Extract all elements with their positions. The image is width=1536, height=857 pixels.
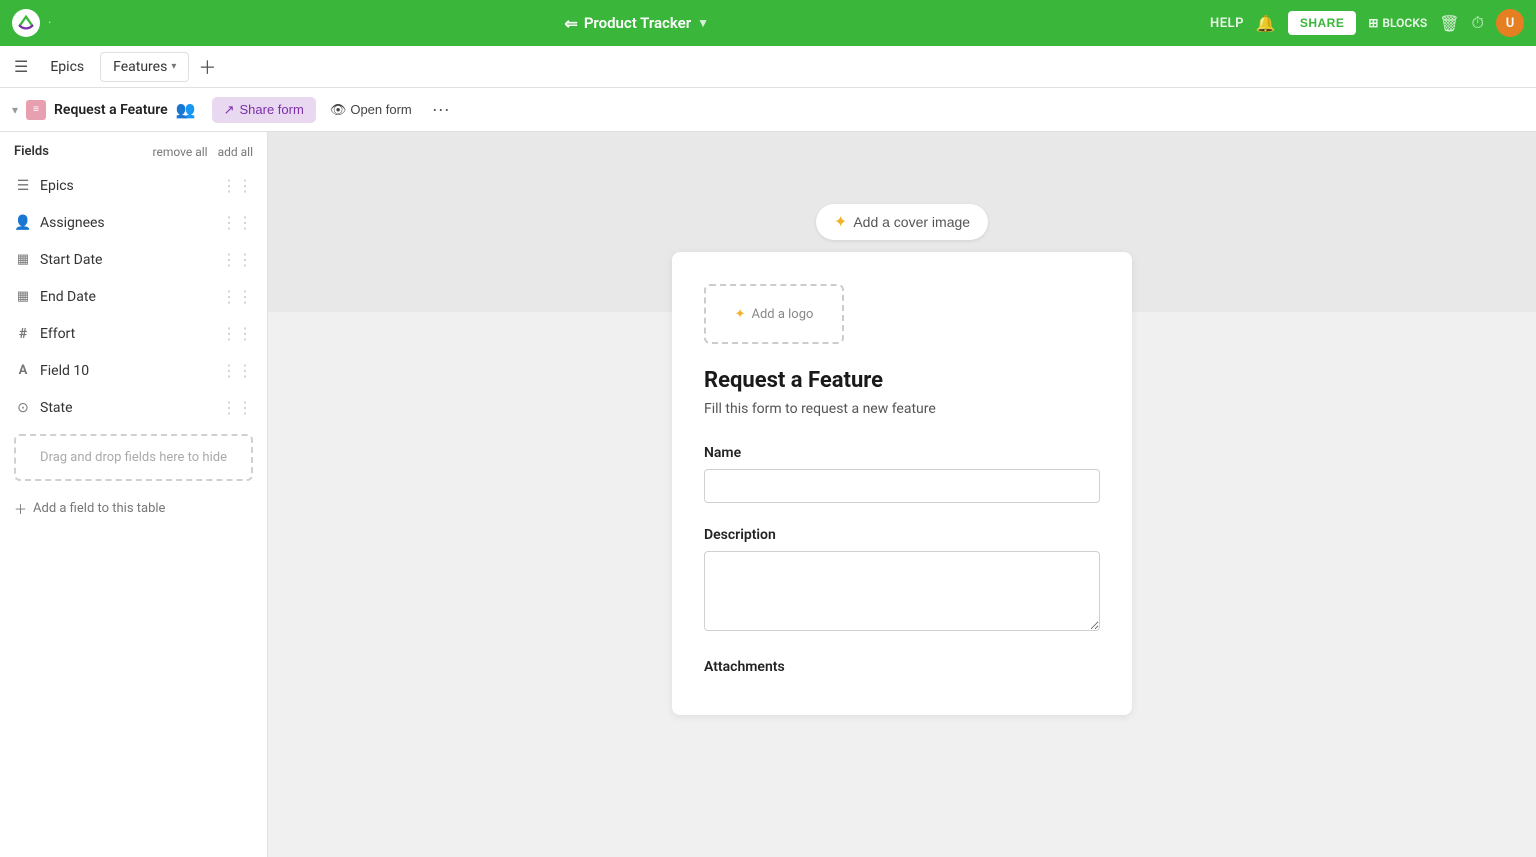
breadcrumb-bar: ▾ ≡ Request a Feature 👥 ↗ Share form 👁 O… <box>0 88 1536 132</box>
field-label-assignees: Assignees <box>40 215 213 231</box>
drag-handle-icon[interactable]: ⋮⋮ <box>221 324 253 343</box>
field-item-effort[interactable]: # Effort ⋮⋮ <box>0 315 267 352</box>
people-icon[interactable]: 👥 <box>176 100 196 119</box>
drag-handle-icon[interactable]: ⋮⋮ <box>221 361 253 380</box>
drag-handle-icon[interactable]: ⋮⋮ <box>221 176 253 195</box>
remove-all-link[interactable]: remove all <box>153 145 208 159</box>
features-tab-arrow: ▾ <box>171 61 176 72</box>
drop-zone-label: Drag and drop fields here to hide <box>40 450 227 465</box>
field-label-field10: Field 10 <box>40 363 213 379</box>
avatar[interactable]: U <box>1496 9 1524 37</box>
hash-icon: # <box>14 326 32 342</box>
main-layout: Fields remove all add all ☰ Epics ⋮⋮ 👤 A… <box>0 132 1536 857</box>
people-field-icon: 👤 <box>14 215 32 231</box>
help-button[interactable]: HELP <box>1210 16 1244 31</box>
breadcrumb-icon: ≡ <box>26 100 46 120</box>
delete-icon[interactable]: 🗑 <box>1439 14 1459 33</box>
top-nav-app-title: · <box>48 16 51 31</box>
field-label-start-date: Start Date <box>40 252 213 268</box>
sidebar: Fields remove all add all ☰ Epics ⋮⋮ 👤 A… <box>0 132 268 857</box>
logo-star-icon: ✦ <box>735 307 746 322</box>
add-logo-button[interactable]: ✦ Add a logo <box>704 284 844 344</box>
add-logo-label: Add a logo <box>751 307 813 322</box>
drag-handle-icon[interactable]: ⋮⋮ <box>221 213 253 232</box>
description-input[interactable] <box>704 551 1100 631</box>
field-label-epics: Epics <box>40 178 213 194</box>
add-all-link[interactable]: add all <box>218 145 253 159</box>
breadcrumb-actions: ↗ Share form 👁 Open form ··· <box>212 97 456 123</box>
add-field-button[interactable]: ＋ Add a field to this table <box>0 489 267 528</box>
name-input[interactable] <box>704 469 1100 503</box>
open-form-button[interactable]: 👁 Open form <box>322 97 420 123</box>
field-item-assignees[interactable]: 👤 Assignees ⋮⋮ <box>0 204 267 241</box>
field-item-field10[interactable]: A Field 10 ⋮⋮ <box>0 352 267 389</box>
field-label-state: State <box>40 400 213 416</box>
field-item-epics[interactable]: ☰ Epics ⋮⋮ <box>0 167 267 204</box>
form-card: ✦ Add a logo Request a Feature Fill this… <box>672 252 1132 715</box>
field-item-state[interactable]: ⊙ State ⋮⋮ <box>0 389 267 426</box>
sidebar-header: Fields remove all add all <box>0 132 267 167</box>
breadcrumb-title: Request a Feature <box>54 102 168 118</box>
share-form-icon: ↗ <box>224 102 235 118</box>
fields-title: Fields <box>14 144 49 159</box>
top-nav-center: ⇐ Product Tracker ▼ <box>63 14 1210 33</box>
status-icon: ⊙ <box>14 400 32 416</box>
blocks-button[interactable]: ⊞ BLOCKS <box>1368 16 1427 30</box>
more-options-button[interactable]: ··· <box>426 97 456 122</box>
app-logo <box>12 9 40 37</box>
text-field-icon: A <box>14 363 32 378</box>
sidebar-header-actions: remove all add all <box>153 145 253 159</box>
attachments-label: Attachments <box>704 659 1100 675</box>
add-cover-label: Add a cover image <box>853 214 970 230</box>
top-nav-right: HELP 🔔 SHARE ⊞ BLOCKS 🗑 ⏱ U <box>1210 9 1524 37</box>
project-title: Product Tracker <box>584 14 691 32</box>
drop-zone: Drag and drop fields here to hide <box>14 434 253 481</box>
share-button[interactable]: SHARE <box>1288 11 1357 35</box>
breadcrumb-chevron-icon[interactable]: ▾ <box>12 103 18 117</box>
blocks-grid-icon: ⊞ <box>1368 16 1378 30</box>
drag-handle-icon[interactable]: ⋮⋮ <box>221 250 253 269</box>
open-form-eye-icon: 👁 <box>330 102 347 118</box>
field-item-end-date[interactable]: ▦ End Date ⋮⋮ <box>0 278 267 315</box>
history-icon[interactable]: ⏱ <box>1472 13 1484 33</box>
share-form-button[interactable]: ↗ Share form <box>212 97 316 123</box>
name-field-label: Name <box>704 445 1100 461</box>
content-area: ✦ Add a cover image ✦ Add a logo Request… <box>268 132 1536 857</box>
top-nav: · ⇐ Product Tracker ▼ HELP 🔔 SHARE ⊞ BLO… <box>0 0 1536 46</box>
add-field-label: Add a field to this table <box>33 501 165 516</box>
hamburger-button[interactable]: ☰ <box>8 51 34 82</box>
second-nav: ☰ Epics Features ▾ ＋ <box>0 46 1536 88</box>
date-icon: ▦ <box>14 252 32 267</box>
add-cover-button[interactable]: ✦ Add a cover image <box>816 204 988 240</box>
notification-icon[interactable]: 🔔 <box>1256 14 1276 33</box>
add-view-button[interactable]: ＋ <box>193 53 221 81</box>
field-label-effort: Effort <box>40 326 213 342</box>
add-icon: ＋ <box>14 499 27 518</box>
star-icon: ✦ <box>834 212 847 232</box>
tab-epics[interactable]: Epics <box>38 53 96 81</box>
date-end-icon: ▦ <box>14 289 32 304</box>
drag-handle-icon[interactable]: ⋮⋮ <box>221 287 253 306</box>
field-item-start-date[interactable]: ▦ Start Date ⋮⋮ <box>0 241 267 278</box>
project-dropdown-icon[interactable]: ▼ <box>697 16 709 30</box>
form-description-text: Fill this form to request a new feature <box>704 401 1100 417</box>
form-title: Request a Feature <box>704 368 1100 393</box>
description-field-label: Description <box>704 527 1100 543</box>
list-icon: ☰ <box>14 178 32 194</box>
drag-handle-icon[interactable]: ⋮⋮ <box>221 398 253 417</box>
tab-features[interactable]: Features ▾ <box>100 52 189 82</box>
field-label-end-date: End Date <box>40 289 213 305</box>
